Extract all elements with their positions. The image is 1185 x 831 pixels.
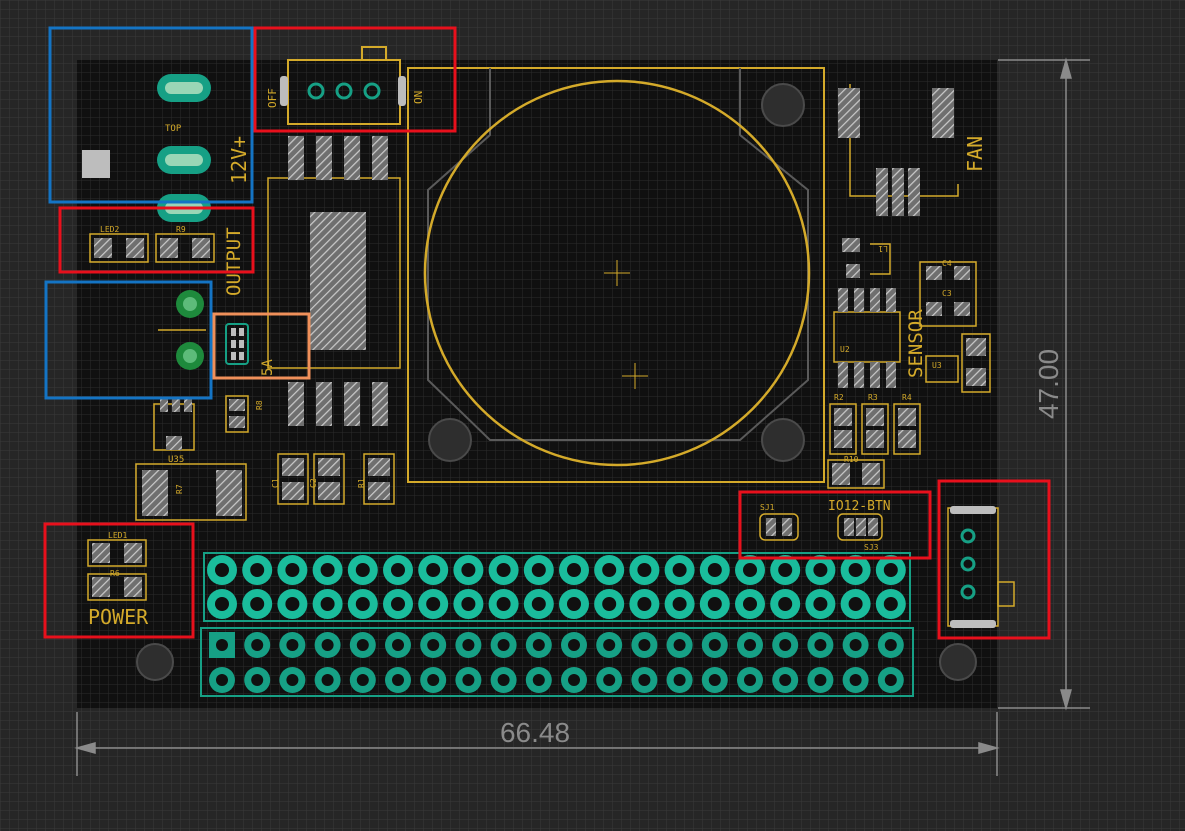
jumper-label: 5A bbox=[260, 359, 276, 376]
c2-label: C2 bbox=[309, 478, 318, 488]
u35-label: U35 bbox=[168, 455, 184, 465]
height-dimension: 47.00 bbox=[1033, 349, 1064, 419]
top-label: TOP bbox=[165, 124, 182, 134]
sensor-label: SENSOR bbox=[905, 309, 927, 378]
r7-label: R7 bbox=[175, 484, 184, 494]
c3-label: C3 bbox=[942, 289, 952, 298]
sj3-label: SJ3 bbox=[864, 543, 879, 552]
v12-label: 12V+ bbox=[227, 136, 251, 184]
pcb-view[interactable]: TOP 12V+ OFF ON LED2 R9 OUTPUT 5A R8 U35… bbox=[0, 0, 1185, 831]
r9-label: R9 bbox=[176, 225, 186, 234]
fan-label: FAN bbox=[963, 136, 987, 172]
r2-label: R2 bbox=[834, 393, 844, 402]
r6-label: R6 bbox=[110, 569, 120, 578]
width-dimension: 66.48 bbox=[500, 717, 570, 748]
off-label: OFF bbox=[266, 88, 279, 108]
sj1-label: SJ1 bbox=[760, 503, 775, 512]
r1-label: R1 bbox=[357, 478, 366, 488]
c1-label: C1 bbox=[271, 478, 280, 488]
c4-label: C4 bbox=[942, 259, 952, 268]
r10-label: R10 bbox=[844, 455, 859, 464]
l1-label: L1 bbox=[878, 244, 888, 253]
pcb-editor-canvas[interactable]: TOP 12V+ OFF ON LED2 R9 OUTPUT 5A R8 U35… bbox=[0, 0, 1185, 831]
power-label: POWER bbox=[88, 605, 149, 629]
u2-label: U2 bbox=[840, 345, 850, 354]
u3-label: U3 bbox=[932, 361, 942, 370]
r4-label: R4 bbox=[902, 393, 912, 402]
r3-label: R3 bbox=[868, 393, 878, 402]
r8-label: R8 bbox=[255, 400, 264, 410]
led2-label: LED2 bbox=[100, 225, 119, 234]
io12-btn-label: IO12-BTN bbox=[828, 499, 891, 514]
led1-label: LED1 bbox=[108, 531, 127, 540]
output-label: OUTPUT bbox=[223, 227, 245, 296]
on-label: ON bbox=[412, 91, 425, 104]
